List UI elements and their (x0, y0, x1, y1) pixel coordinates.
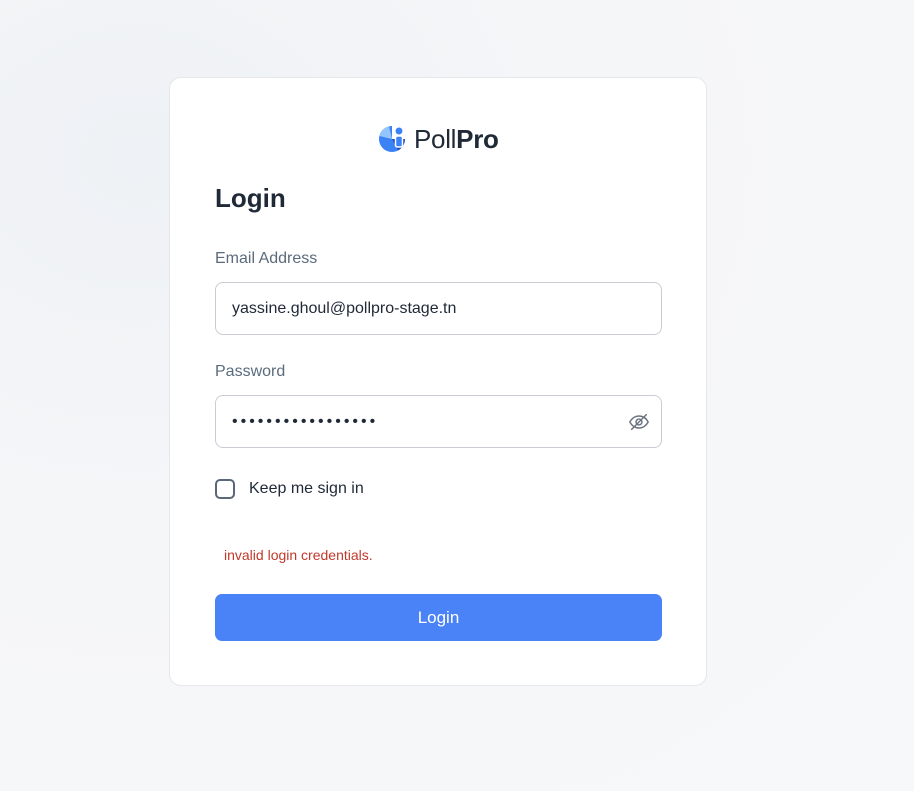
eye-off-icon[interactable] (626, 409, 652, 435)
password-field[interactable] (215, 395, 662, 448)
email-field[interactable] (215, 282, 662, 335)
error-message: invalid login credentials. (224, 547, 373, 563)
keep-signed-in-checkbox[interactable] (215, 479, 235, 499)
brand-name-bold: Pro (456, 123, 499, 154)
login-button[interactable]: Login (215, 594, 662, 641)
keep-signed-in-label: Keep me sign in (249, 480, 364, 497)
brand-logo: PollPro (376, 123, 499, 155)
page-title: Login (215, 183, 286, 213)
password-label: Password (215, 363, 286, 380)
brand-name-light: Poll (414, 123, 457, 154)
pollpro-logo-icon (376, 123, 408, 155)
brand-name: PollPro (414, 124, 499, 155)
login-card: PollPro Login Email Address Password Kee… (169, 77, 707, 686)
keep-signed-in-option[interactable]: Keep me sign in (215, 479, 364, 499)
email-label: Email Address (215, 250, 318, 267)
login-page: PollPro Login Email Address Password Kee… (0, 0, 914, 791)
